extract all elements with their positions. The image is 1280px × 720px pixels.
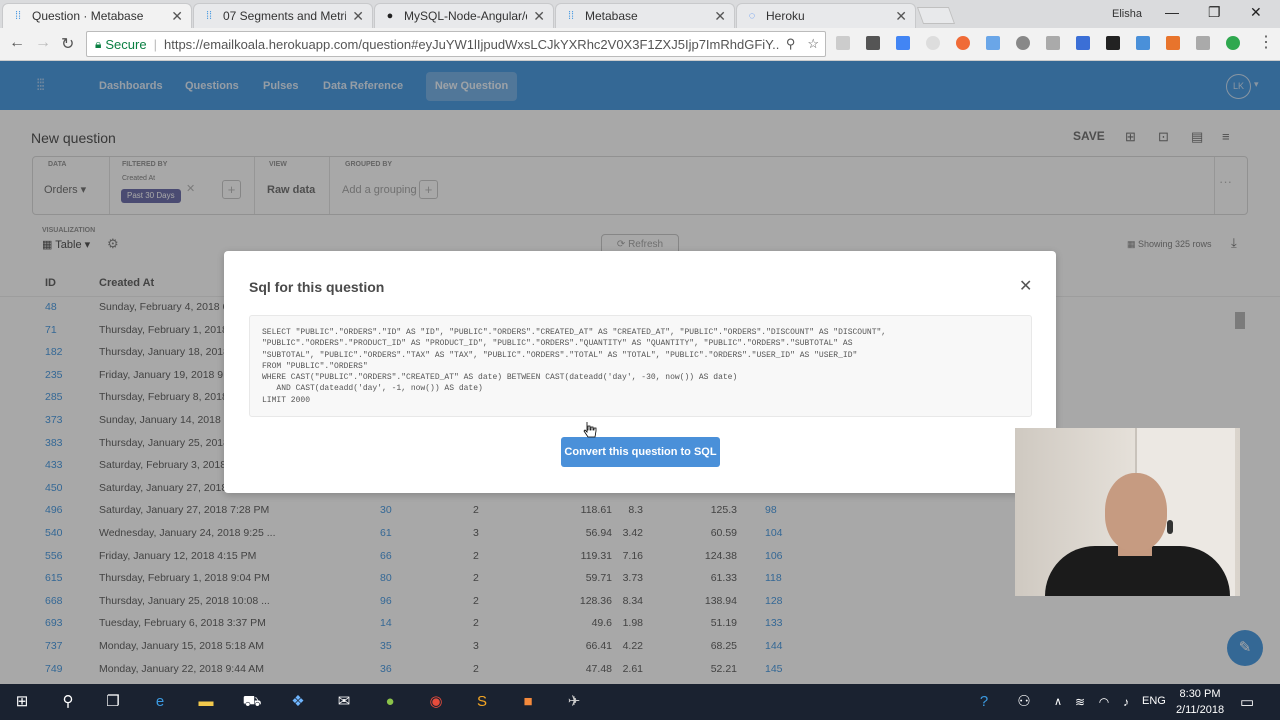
extension-icon[interactable]	[1166, 36, 1180, 50]
window-close-icon[interactable]: ✕	[1250, 4, 1262, 21]
language-indicator[interactable]: ENG	[1142, 695, 1166, 707]
forward-icon[interactable]: →	[35, 34, 51, 52]
browser-tab-heroku[interactable]: ◌ Heroku ✕	[736, 3, 916, 28]
close-icon[interactable]: ✕	[533, 8, 545, 25]
edge-icon[interactable]: e	[150, 692, 170, 712]
metabase-icon: ⁞⁞	[567, 10, 575, 22]
close-icon[interactable]: ✕	[714, 8, 726, 25]
address-bar[interactable]: 🔒︎ Secure | https://emailkoala.herokuapp…	[86, 31, 826, 57]
clock-date: 2/11/2018	[1175, 704, 1225, 716]
headset-icon	[1167, 520, 1173, 534]
browser-tab-question-metabase[interactable]: ⁞⁞ Question · Metabase ✕	[2, 3, 192, 28]
extension-icon[interactable]	[896, 36, 910, 50]
task-view-icon[interactable]: ❐	[103, 692, 123, 712]
mail-icon[interactable]: ✉	[334, 692, 354, 712]
minimize-icon[interactable]: —	[1165, 4, 1179, 20]
separator: |	[153, 36, 157, 52]
extension-icon[interactable]	[866, 36, 880, 50]
extension-icon[interactable]	[1046, 36, 1060, 50]
bookmark-star-icon[interactable]: ☆	[807, 36, 819, 52]
store-icon[interactable]: ⛟	[242, 692, 262, 712]
close-icon[interactable]: ✕	[895, 8, 907, 25]
tab-title: Heroku	[766, 9, 805, 23]
chrome-menu-icon[interactable]: ⋮	[1258, 32, 1274, 52]
extension-icon[interactable]	[1196, 36, 1210, 50]
dropbox-icon[interactable]: ❖	[288, 692, 308, 712]
extension-icon[interactable]	[926, 36, 940, 50]
file-explorer-icon[interactable]: ▬	[196, 692, 216, 712]
volume-icon[interactable]: ♪	[1116, 692, 1136, 712]
tab-title: MySQL-Node-Angular/d	[404, 9, 528, 23]
app-icon[interactable]: ●	[380, 692, 400, 712]
app-icon[interactable]: ✈	[564, 692, 584, 712]
extension-icon[interactable]	[956, 36, 970, 50]
tab-title: 07 Segments and Metric	[223, 9, 347, 23]
new-tab-button[interactable]	[916, 7, 956, 24]
network-icon[interactable]: ≋	[1070, 692, 1090, 712]
chevron-up-icon[interactable]: ∧	[1048, 692, 1068, 712]
chrome-icon[interactable]: ◉	[426, 692, 446, 712]
extension-icon[interactable]	[1136, 36, 1150, 50]
people-icon[interactable]: ⚇	[1014, 692, 1034, 712]
secure-label: Secure	[105, 36, 147, 52]
windows-start-icon[interactable]: ⊞	[12, 692, 32, 712]
sql-code-block[interactable]: SELECT "PUBLIC"."ORDERS"."ID" AS "ID", "…	[249, 315, 1032, 417]
clock-time: 8:30 PM	[1179, 688, 1221, 700]
url-text[interactable]: https://emailkoala.herokuapp.com/questio…	[164, 37, 780, 52]
search-icon[interactable]: ⚲	[58, 692, 78, 712]
modal-title: Sql for this question	[249, 279, 385, 295]
loading-icon: ◌	[748, 10, 756, 22]
hand-cursor-icon	[583, 422, 597, 438]
extension-icon[interactable]	[1076, 36, 1090, 50]
close-icon[interactable]: ✕	[171, 8, 183, 25]
extension-icon[interactable]	[986, 36, 1000, 50]
windows-taskbar: ⊞ ⚲ ❐ e ▬ ⛟ ❖ ✉ ● ◉ S ■ ✈ ? ⚇ ∧ ≋ ◠ ♪ EN…	[0, 684, 1280, 720]
notification-icon[interactable]: ▭	[1240, 693, 1254, 711]
sql-modal: Sql for this question ✕ SELECT "PUBLIC".…	[224, 251, 1056, 493]
close-icon[interactable]: ✕	[352, 8, 364, 25]
webcam-video	[1015, 428, 1240, 596]
browser-user-label[interactable]: Elisha	[1112, 8, 1142, 20]
browser-tab-metabase[interactable]: ⁞⁞ Metabase ✕	[555, 3, 735, 28]
wifi-icon[interactable]: ◠	[1094, 692, 1114, 712]
sublime-icon[interactable]: S	[472, 692, 492, 712]
help-icon[interactable]: ?	[974, 692, 994, 712]
browser-tab-github[interactable]: ● MySQL-Node-Angular/d ✕	[374, 3, 554, 28]
close-icon[interactable]: ✕	[1019, 276, 1032, 296]
metabase-icon: ⁞⁞	[205, 10, 213, 22]
extension-icon[interactable]	[1016, 36, 1030, 50]
webcam-person-head	[1105, 473, 1167, 551]
tab-title: Question · Metabase	[32, 9, 144, 23]
extension-icon[interactable]	[1226, 36, 1240, 50]
github-icon: ●	[386, 10, 394, 22]
tab-title: Metabase	[585, 9, 638, 23]
metabase-icon: ⁞⁞	[14, 10, 22, 22]
app-icon[interactable]: ■	[518, 692, 538, 712]
reload-icon[interactable]: ↻	[61, 34, 74, 54]
clock[interactable]: 8:30 PM 2/11/2018	[1172, 686, 1228, 718]
extension-icon[interactable]	[836, 36, 850, 50]
extension-icon[interactable]	[1106, 36, 1120, 50]
browser-tab-segments[interactable]: ⁞⁞ 07 Segments and Metric ✕	[193, 3, 373, 28]
zoom-icon[interactable]: ⚲	[786, 36, 796, 52]
browser-tab-strip: ⁞⁞ Question · Metabase ✕ ⁞⁞ 07 Segments …	[0, 0, 1280, 28]
back-icon[interactable]: ←	[9, 34, 25, 52]
convert-to-sql-button[interactable]: Convert this question to SQL	[561, 437, 720, 467]
browser-toolbar: ← → ↻ 🔒︎ Secure | https://emailkoala.her…	[0, 28, 1280, 61]
lock-icon: 🔒︎	[95, 36, 102, 51]
restore-icon[interactable]: ❐	[1208, 4, 1221, 21]
